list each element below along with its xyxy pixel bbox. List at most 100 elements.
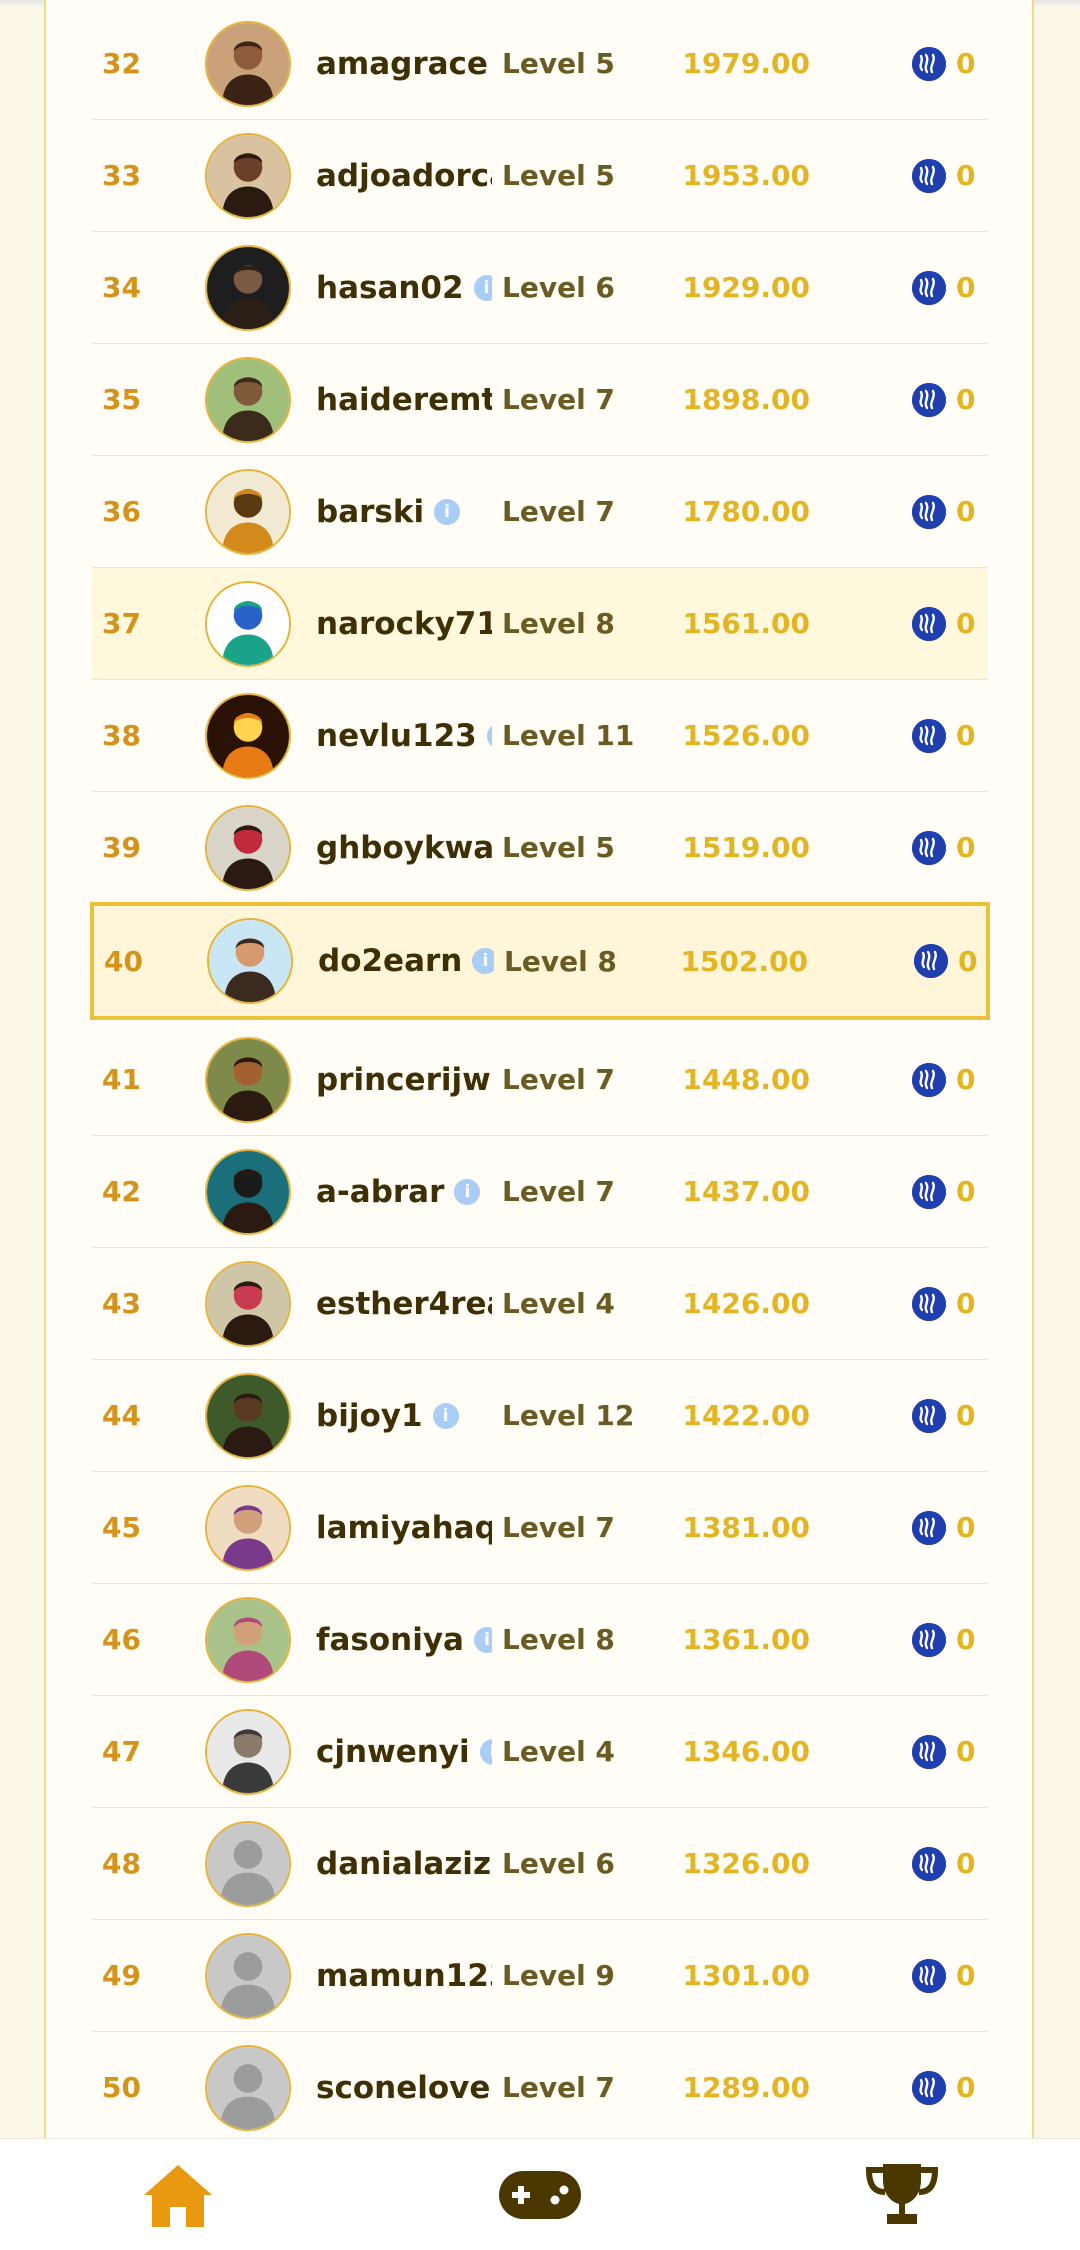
avatar[interactable] bbox=[205, 1260, 291, 1347]
avatar[interactable] bbox=[205, 580, 291, 667]
leaderboard-row[interactable]: 37 narocky71i Level 8 1561.00 0 bbox=[92, 568, 988, 680]
info-icon[interactable]: i bbox=[486, 722, 492, 749]
username[interactable]: mamun1234i bbox=[316, 1920, 492, 2031]
rank-number: 47 bbox=[102, 1735, 141, 1768]
avatar[interactable] bbox=[205, 1596, 291, 1683]
info-icon[interactable]: i bbox=[454, 1178, 481, 1205]
username[interactable]: princerijwai bbox=[316, 1024, 492, 1135]
avatar[interactable] bbox=[207, 918, 293, 1004]
username[interactable]: do2earn i bbox=[318, 906, 494, 1016]
avatar[interactable] bbox=[205, 1036, 291, 1123]
info-icon[interactable]: i bbox=[434, 498, 461, 525]
steem-coin-icon bbox=[912, 830, 946, 865]
leaderboard-row[interactable]: 33 adjoadorcai Level 5 1953.00 0 bbox=[92, 120, 988, 232]
username[interactable]: amagracei bbox=[316, 8, 492, 119]
leaderboard-row[interactable]: 41 princerijwai Level 7 1448.00 0 bbox=[92, 1024, 988, 1136]
steem-coin-icon bbox=[914, 944, 948, 978]
username[interactable]: nevlu123 i bbox=[316, 680, 492, 791]
rank-number: 36 bbox=[102, 495, 141, 528]
info-icon[interactable]: i bbox=[473, 274, 492, 301]
username[interactable]: lamiyahaquei bbox=[316, 1472, 492, 1583]
bottom-navigation bbox=[0, 2138, 1080, 2250]
username[interactable]: adjoadorcai bbox=[316, 120, 492, 231]
score: 1953.00 bbox=[682, 159, 810, 192]
username[interactable]: a-abrar i bbox=[316, 1136, 492, 1247]
avatar[interactable] bbox=[205, 692, 291, 779]
user-level: Level 7 bbox=[502, 1175, 615, 1208]
username[interactable]: esther4reali bbox=[316, 1248, 492, 1359]
rank-number: 48 bbox=[102, 1847, 141, 1880]
leaderboard-row[interactable]: 48 danialazizi Level 6 1326.00 0 bbox=[92, 1808, 988, 1920]
avatar[interactable] bbox=[205, 1148, 291, 1235]
avatar[interactable] bbox=[205, 468, 291, 555]
leaderboard-row[interactable]: 50 sconeloveri Level 7 1289.00 0 bbox=[92, 2032, 988, 2144]
avatar[interactable] bbox=[205, 1484, 291, 1571]
score: 1519.00 bbox=[682, 831, 810, 864]
leaderboard-row[interactable]: 39 ghboykwani Level 5 1519.00 0 bbox=[92, 792, 988, 904]
current-user-row[interactable]: 40 do2earn i Level 8 1502.00 0 bbox=[90, 902, 990, 1020]
reward-amount: 0 bbox=[956, 495, 976, 528]
steem-coin-icon bbox=[912, 1062, 946, 1097]
reward-amount: 0 bbox=[956, 1959, 976, 1992]
user-level: Level 7 bbox=[502, 1511, 615, 1544]
leaderboard-row[interactable]: 35 haideremtici Level 7 1898.00 0 bbox=[92, 344, 988, 456]
leaderboard-row[interactable]: 47 cjnwenyi i Level 4 1346.00 0 bbox=[92, 1696, 988, 1808]
avatar[interactable] bbox=[205, 1820, 291, 1907]
avatar[interactable] bbox=[205, 356, 291, 443]
avatar[interactable] bbox=[205, 1372, 291, 1459]
username[interactable]: bijoy1 i bbox=[316, 1360, 492, 1471]
info-icon[interactable]: i bbox=[479, 1738, 492, 1765]
leaderboard-row[interactable]: 38 nevlu123 i Level 11 1526.00 0 bbox=[92, 680, 988, 792]
avatar[interactable] bbox=[205, 1708, 291, 1795]
username-text: mamun1234 bbox=[316, 1957, 492, 1994]
avatar[interactable] bbox=[205, 244, 291, 331]
score: 1289.00 bbox=[682, 2071, 810, 2104]
username-text: fasoniya bbox=[316, 1621, 464, 1658]
score: 1422.00 bbox=[682, 1399, 810, 1432]
leaderboard-row[interactable]: 42 a-abrar i Level 7 1437.00 0 bbox=[92, 1136, 988, 1248]
avatar[interactable] bbox=[205, 804, 291, 891]
info-icon[interactable]: i bbox=[473, 1626, 492, 1653]
leaderboard-row[interactable]: 49 mamun1234i Level 9 1301.00 0 bbox=[92, 1920, 988, 2032]
leaderboard-row[interactable]: 32 amagracei Level 5 1979.00 0 bbox=[92, 8, 988, 120]
username-text: haideremtic bbox=[316, 381, 492, 418]
user-level: Level 7 bbox=[502, 2071, 615, 2104]
nav-leaderboard-button[interactable] bbox=[856, 2139, 948, 2250]
username-text: do2earn bbox=[318, 943, 463, 979]
leaderboard-row[interactable]: 36 barski i Level 7 1780.00 0 bbox=[92, 456, 988, 568]
username[interactable]: barski i bbox=[316, 456, 492, 567]
username-text: amagrace bbox=[316, 45, 488, 82]
reward-amount: 0 bbox=[956, 47, 976, 80]
steem-coin-icon bbox=[912, 1174, 946, 1209]
leaderboard-row[interactable]: 43 esther4reali Level 4 1426.00 0 bbox=[92, 1248, 988, 1360]
score: 1437.00 bbox=[682, 1175, 810, 1208]
nav-games-button[interactable] bbox=[492, 2139, 588, 2250]
username-text: barski bbox=[316, 493, 425, 530]
steem-coin-icon bbox=[912, 382, 946, 417]
home-icon bbox=[144, 2164, 212, 2227]
avatar[interactable] bbox=[205, 20, 291, 107]
leaderboard-row[interactable]: 44 bijoy1 i Level 12 1422.00 0 bbox=[92, 1360, 988, 1472]
leaderboard-list[interactable]: 32amagraceiLevel 51979.00033adjoadorcaiL… bbox=[90, 8, 990, 2144]
username[interactable]: sconeloveri bbox=[316, 2032, 492, 2143]
leaderboard-row[interactable]: 46 fasoniya i Level 8 1361.00 0 bbox=[92, 1584, 988, 1696]
username[interactable]: narocky71i bbox=[316, 568, 492, 679]
info-icon[interactable]: i bbox=[432, 1402, 459, 1429]
nav-home-button[interactable] bbox=[132, 2139, 224, 2250]
info-icon[interactable]: i bbox=[472, 948, 494, 974]
username[interactable]: cjnwenyi i bbox=[316, 1696, 492, 1807]
avatar[interactable] bbox=[205, 2044, 291, 2131]
reward-amount: 0 bbox=[956, 159, 976, 192]
username[interactable]: hasan02 i bbox=[316, 232, 492, 343]
username[interactable]: fasoniya i bbox=[316, 1584, 492, 1695]
username[interactable]: haideremtici bbox=[316, 344, 492, 455]
score: 1361.00 bbox=[682, 1623, 810, 1656]
username[interactable]: danialazizi bbox=[316, 1808, 492, 1919]
leaderboard-row[interactable]: 45 lamiyahaquei Level 7 1381.00 0 bbox=[92, 1472, 988, 1584]
steem-coin-icon bbox=[912, 1734, 946, 1769]
avatar[interactable] bbox=[205, 132, 291, 219]
username[interactable]: ghboykwani bbox=[316, 792, 492, 903]
leaderboard-row[interactable]: 34 hasan02 i Level 6 1929.00 0 bbox=[92, 232, 988, 344]
trophy-icon bbox=[865, 2163, 939, 2224]
avatar[interactable] bbox=[205, 1932, 291, 2019]
